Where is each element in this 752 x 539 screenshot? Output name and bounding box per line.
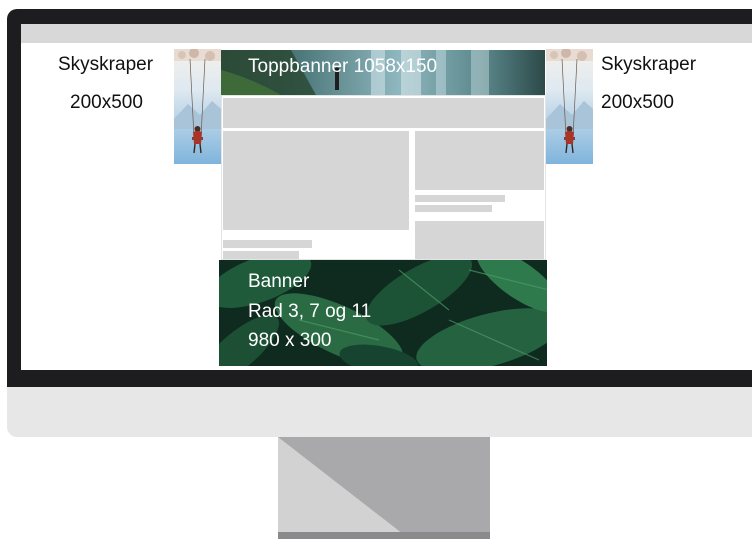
placeholder-main-text-line <box>223 240 312 248</box>
placeholder-header <box>223 98 544 128</box>
browser-top-bar <box>21 24 752 43</box>
skyscraper-right-title: Skyskraper <box>601 54 697 75</box>
placeholder-side-text-line <box>415 195 505 202</box>
placeholder-main-image <box>223 131 409 230</box>
swing-photo-icon <box>174 49 221 164</box>
skyscraper-left-size: 200x500 <box>70 92 143 113</box>
monitor-chin <box>7 387 752 437</box>
monitor-stand <box>278 437 490 539</box>
swing-photo-icon <box>546 49 593 164</box>
top-banner-label: Toppbanner 1058x150 <box>248 56 438 77</box>
placeholder-side-text-line <box>415 205 492 212</box>
banner-label-title: Banner <box>248 271 310 292</box>
stand-shadow <box>278 437 490 539</box>
stand-base <box>278 532 490 539</box>
skyscraper-right-size: 200x500 <box>601 92 674 113</box>
placeholder-side-box <box>415 221 544 259</box>
placeholder-side-image <box>415 131 544 190</box>
banner-label-size: 980 x 300 <box>248 330 332 351</box>
banner-label-rows: Rad 3, 7 og 11 <box>248 301 372 322</box>
skyscraper-left-ad[interactable] <box>174 49 221 164</box>
placeholder-main-text-line <box>223 251 299 259</box>
skyscraper-right-ad[interactable] <box>546 49 593 164</box>
skyscraper-left-title: Skyskraper <box>58 54 154 75</box>
